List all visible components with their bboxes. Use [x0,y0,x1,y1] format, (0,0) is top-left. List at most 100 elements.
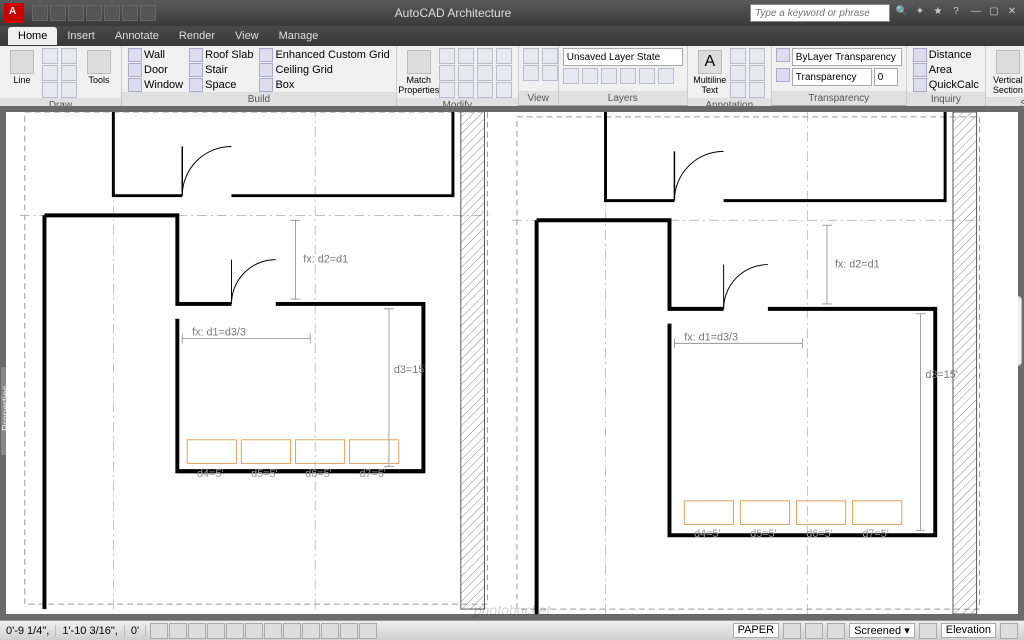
tools-button[interactable]: Tools [81,48,117,87]
rotate-icon[interactable] [458,48,474,64]
minimize-icon[interactable]: — [968,6,984,20]
qat-print-icon[interactable] [122,5,138,21]
qat-open-icon[interactable] [50,5,66,21]
note-icon[interactable] [749,82,765,98]
maximize-icon[interactable]: ▢ [986,6,1002,20]
grid2-icon[interactable] [783,623,801,639]
ceilinggrid-button[interactable]: Ceiling Grid [257,63,391,77]
area-button[interactable]: Area [911,63,981,77]
layerstate-dropdown[interactable] [563,48,683,66]
trans-dropdown[interactable] [792,68,872,86]
rect-icon[interactable] [42,65,58,81]
tray-icon[interactable] [1000,623,1018,639]
layer4-icon[interactable] [620,68,636,84]
circle-icon[interactable] [61,48,77,64]
fillet-icon[interactable] [477,65,493,81]
layer6-icon[interactable] [658,68,674,84]
otrack-toggle[interactable] [245,623,263,639]
view2-icon[interactable] [542,48,558,64]
qat-redo-icon[interactable] [104,5,120,21]
qat-save-icon[interactable] [68,5,84,21]
mtext-button[interactable]: AMultiline Text [692,48,728,97]
search-input[interactable] [750,4,890,22]
dim-icon[interactable] [730,48,746,64]
bylayer-trans-dropdown[interactable] [792,48,902,66]
sc-toggle[interactable] [340,623,358,639]
tag-icon[interactable] [730,82,746,98]
wall-button[interactable]: Wall [126,48,185,62]
spline-icon[interactable] [61,82,77,98]
customgrid-button[interactable]: Enhanced Custom Grid [257,48,391,62]
stair-button[interactable]: Stair [187,63,255,77]
lwt-toggle[interactable] [302,623,320,639]
arc-icon[interactable] [42,48,58,64]
am-toggle[interactable] [359,623,377,639]
grid4-icon[interactable] [827,623,845,639]
paper-space[interactable]: PAPER [733,623,779,638]
tab-insert[interactable]: Insert [57,27,105,45]
osnap-toggle[interactable] [226,623,244,639]
close-icon[interactable]: ✕ [1004,6,1020,20]
move-icon[interactable] [439,48,455,64]
qat-new-icon[interactable] [32,5,48,21]
tab-home[interactable]: Home [8,27,57,45]
distance-button[interactable]: Distance [911,48,981,62]
nav-icon[interactable] [919,623,937,639]
offset-icon[interactable] [477,82,493,98]
viewport-left[interactable] [20,112,492,609]
qat-undo-icon[interactable] [86,5,102,21]
poly-icon[interactable] [61,65,77,81]
layer2-icon[interactable] [582,68,598,84]
hatch-icon[interactable] [749,65,765,81]
layer5-icon[interactable] [639,68,655,84]
qat-dropdown-icon[interactable] [140,5,156,21]
qp-toggle[interactable] [321,623,339,639]
ellipse-icon[interactable] [42,82,58,98]
copy-icon[interactable] [439,65,455,81]
matchprops-button[interactable]: Match Properties [401,48,437,97]
screened-dropdown[interactable]: Screened ▾ [849,623,915,638]
grid3-icon[interactable] [805,623,823,639]
space-button[interactable]: Space [187,78,255,92]
ducs-toggle[interactable] [264,623,282,639]
roofslab-button[interactable]: Roof Slab [187,48,255,62]
trim-icon[interactable] [477,48,493,64]
help-icon[interactable]: ? [948,6,964,20]
view3-icon[interactable] [523,65,539,81]
layer3-icon[interactable] [601,68,617,84]
dyn-toggle[interactable] [283,623,301,639]
array-icon[interactable] [496,65,512,81]
layer1-icon[interactable] [563,68,579,84]
view4-icon[interactable] [542,65,558,81]
grid-toggle[interactable] [169,623,187,639]
quickcalc-button[interactable]: QuickCalc [911,78,981,92]
binoculars-icon[interactable]: 🔍 [894,6,910,20]
tab-annotate[interactable]: Annotate [105,27,169,45]
line-button[interactable]: Line [4,48,40,87]
extend-icon[interactable] [496,48,512,64]
comm-icon[interactable]: ✦ [912,6,928,20]
view1-icon[interactable] [523,48,539,64]
app-logo[interactable] [4,3,24,23]
leader-icon[interactable] [749,48,765,64]
viewport-right[interactable]: fx: d2=d1 fx: d1=d3/3 d3=15' d4=5' d5=5'… [512,112,984,614]
snap-toggle[interactable] [150,623,168,639]
window-button[interactable]: Window [126,78,185,92]
tab-view[interactable]: View [225,27,269,45]
tab-manage[interactable]: Manage [269,27,329,45]
scale-icon[interactable] [458,82,474,98]
trans-value[interactable] [874,68,898,86]
ortho-toggle[interactable] [188,623,206,639]
tab-render[interactable]: Render [169,27,225,45]
polar-toggle[interactable] [207,623,225,639]
canvas[interactable]: fx: d2=d1 fx: d1=d3/3 d3=15' d4=5' d5=5'… [6,112,1018,614]
elevation-field[interactable]: Elevation [941,623,996,638]
stretch-icon[interactable] [439,82,455,98]
trans2-icon[interactable] [776,68,790,82]
star-icon[interactable]: ★ [930,6,946,20]
mirror-icon[interactable] [458,65,474,81]
table-icon[interactable] [730,65,746,81]
vsection-button[interactable]: Vertical Section [990,48,1024,97]
door-button[interactable]: Door [126,63,185,77]
erase-icon[interactable] [496,82,512,98]
